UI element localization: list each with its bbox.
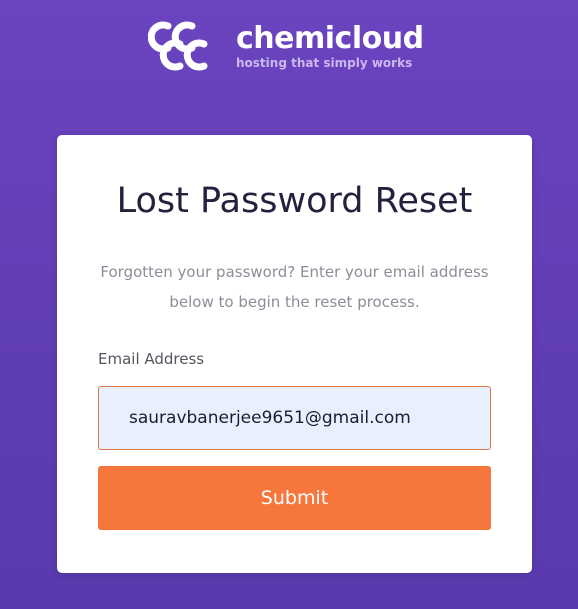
email-label: Email Address <box>98 350 205 368</box>
brand-header[interactable]: chemicloud hosting that simply works <box>148 12 448 76</box>
brand-tagline: hosting that simply works <box>236 56 413 70</box>
reset-instructions: Forgotten your password? Enter your emai… <box>100 263 489 311</box>
page-title: Lost Password Reset <box>116 181 473 221</box>
email-field[interactable] <box>98 386 491 450</box>
brand-name: chemicloud <box>236 21 424 56</box>
submit-button[interactable]: Submit <box>98 466 491 530</box>
chemicloud-logo-icon <box>148 21 208 71</box>
reset-card: Lost Password Reset Forgotten your passw… <box>57 135 532 573</box>
